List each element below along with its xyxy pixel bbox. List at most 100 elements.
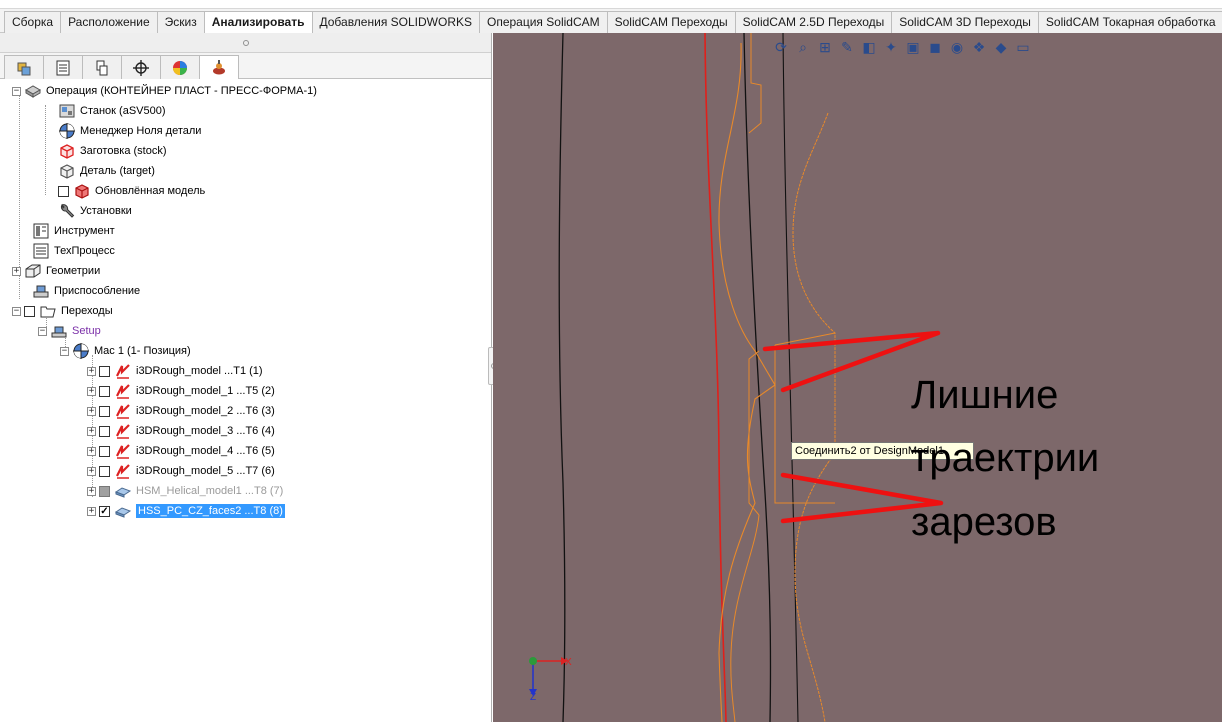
annotation-text-line-3: зарезов	[911, 500, 1057, 544]
expand-toggle[interactable]: +	[87, 506, 96, 516]
expand-toggle[interactable]: +	[87, 406, 96, 416]
expand-toggle[interactable]: +	[87, 386, 96, 396]
tree-row-operation[interactable]: + i3DRough_model ...T1 (1)	[87, 361, 263, 381]
tab-analyze[interactable]: Анализировать	[203, 11, 313, 34]
folder-icon	[39, 302, 57, 320]
rotate-view-icon[interactable]: ⟳	[773, 39, 789, 55]
roughing-op-icon	[114, 422, 132, 440]
triad-origin	[529, 657, 537, 665]
coordinate-system-icon	[72, 342, 90, 360]
tree-label: Приспособление	[54, 285, 141, 297]
tab-assembly-tree[interactable]	[4, 55, 44, 79]
expand-toggle[interactable]: +	[87, 446, 96, 456]
section-view-icon[interactable]: ◧	[861, 39, 877, 55]
dynamic-annotation-icon[interactable]: ✦	[883, 39, 899, 55]
toolpath	[748, 33, 762, 134]
tab-assembly[interactable]: Сборка	[4, 11, 62, 33]
panel-splitter[interactable]	[0, 33, 491, 53]
fixture-icon	[32, 282, 50, 300]
collapse-toggle[interactable]: −	[12, 306, 21, 316]
expand-toggle[interactable]: +	[87, 426, 96, 436]
tree-row-target[interactable]: Деталь (target)	[58, 161, 155, 181]
tree-row-operation[interactable]: + i3DRough_model_1 ...T5 (2)	[87, 381, 275, 401]
visibility-checkbox[interactable]	[58, 185, 69, 197]
machine-icon	[58, 102, 76, 120]
tree-label: Станок (aSV500)	[80, 105, 166, 117]
tree-row-settings[interactable]: Установки	[58, 201, 132, 221]
tree-label: i3DRough_model_3 ...T6 (4)	[136, 425, 275, 437]
model-edge	[782, 33, 799, 722]
tree-label: Заготовка (stock)	[80, 145, 167, 157]
tree-row-operation[interactable]: + i3DRough_model_3 ...T6 (4)	[87, 421, 275, 441]
tab-sketch[interactable]: Эскиз	[156, 11, 205, 33]
view-settings-icon[interactable]: ▭	[1015, 39, 1031, 55]
visibility-checkbox[interactable]	[99, 385, 110, 397]
tree-row-operation[interactable]: + i3DRough_model_5 ...T7 (6)	[87, 461, 275, 481]
hsm-op-icon	[114, 502, 132, 520]
zoom-to-fit-icon[interactable]: ⌕	[795, 39, 811, 55]
hide-show-icon[interactable]: ◉	[949, 39, 965, 55]
visibility-checkbox[interactable]	[99, 365, 110, 377]
tree-row-machine[interactable]: Станок (aSV500)	[58, 101, 166, 121]
tab-solidcam-turning[interactable]: SolidCAM Токарная обработка	[1037, 11, 1222, 33]
hsm-op-icon	[114, 482, 132, 500]
heads-up-view-toolbar: ⟳ ⌕ ⊞ ✎ ◧ ✦ ▣ ◼ ◉ ❖ ◆ ▭	[773, 39, 1031, 55]
tree-row-setup[interactable]: − Setup	[38, 321, 101, 341]
visibility-checkbox[interactable]	[99, 425, 110, 437]
tree-label: Переходы	[61, 305, 113, 317]
tab-property-manager[interactable]	[43, 55, 83, 79]
tab-display-manager[interactable]	[160, 55, 200, 79]
ribbon-top-strip	[0, 0, 1222, 9]
tree-row-mac[interactable]: − Mac 1 (1- Позиция)	[60, 341, 191, 361]
tab-solidcam-operations[interactable]: SolidCAM Переходы	[606, 11, 736, 33]
display-style-icon[interactable]: ◼	[927, 39, 943, 55]
previous-view-icon[interactable]: ✎	[839, 39, 855, 55]
expand-toggle[interactable]: +	[87, 366, 96, 376]
tab-dimxpert[interactable]	[121, 55, 161, 79]
tab-solidcam-manager[interactable]	[199, 55, 239, 79]
updated-model-icon	[73, 182, 91, 200]
expand-toggle[interactable]: +	[12, 266, 21, 276]
tree-row-geometries[interactable]: + Геометрии	[12, 261, 100, 281]
tree-row-operation[interactable]: + i3DRough_model_2 ...T6 (3)	[87, 401, 275, 421]
tree-row-techprocess[interactable]: ТехПроцесс	[32, 241, 115, 261]
view-orientation-icon[interactable]: ▣	[905, 39, 921, 55]
tree-row-operations[interactable]: − Переходы	[12, 301, 113, 321]
tree-row-fixture[interactable]: Приспособление	[32, 281, 140, 301]
collapse-toggle[interactable]: −	[60, 346, 69, 356]
tree-row-operation-selected[interactable]: + HSS_PC_CZ_faces2 ...T8 (8)	[87, 501, 285, 521]
tree-row-updated-model[interactable]: Обновлённая модель	[58, 181, 205, 201]
tree-row-operation-suppressed[interactable]: + HSM_Helical_model1 ...T8 (7)	[87, 481, 283, 501]
tab-solidworks-addins[interactable]: Добавления SOLIDWORKS	[311, 11, 480, 33]
visibility-checkbox[interactable]	[99, 405, 110, 417]
apply-scene-icon[interactable]: ◆	[993, 39, 1009, 55]
tree-row-tool[interactable]: Инструмент	[32, 221, 115, 241]
ribbon-tab-bar: Сборка Расположение Эскиз Анализировать …	[0, 0, 1222, 34]
collapse-toggle[interactable]: −	[38, 326, 47, 336]
tree-row-zero-manager[interactable]: Менеджер Ноля детали	[58, 121, 201, 141]
visibility-checkbox[interactable]	[99, 445, 110, 457]
tab-configuration-manager[interactable]	[82, 55, 122, 79]
visibility-checkbox[interactable]	[99, 505, 110, 517]
collapse-toggle[interactable]: −	[12, 86, 21, 96]
visibility-checkbox[interactable]	[24, 305, 35, 317]
visibility-checkbox[interactable]	[99, 485, 110, 497]
zoom-area-icon[interactable]: ⊞	[817, 39, 833, 55]
document-icon	[32, 242, 50, 260]
graphics-viewport[interactable]: X Z ⟳ ⌕ ⊞ ✎ ◧ ✦ ▣ ◼ ◉ ❖ ◆ ▭ Соединить2 о…	[493, 33, 1222, 722]
tree-row-stock[interactable]: Заготовка (stock)	[58, 141, 167, 161]
red-boundary	[704, 33, 727, 722]
tab-solidcam-operation[interactable]: Операция SolidCAM	[479, 11, 608, 33]
tab-layout[interactable]: Расположение	[60, 11, 158, 33]
tree-row-operation-root[interactable]: − Операция (КОНТЕЙНЕР ПЛАСТ - ПРЕСС-ФОРМ…	[12, 81, 317, 101]
expand-toggle[interactable]: +	[87, 486, 96, 496]
expand-toggle[interactable]: +	[87, 466, 96, 476]
stock-icon	[58, 142, 76, 160]
target-icon	[58, 162, 76, 180]
visibility-checkbox[interactable]	[99, 465, 110, 477]
tab-solidcam-3d[interactable]: SolidCAM 3D Переходы	[891, 11, 1039, 33]
geometry-icon	[24, 262, 42, 280]
tree-row-operation[interactable]: + i3DRough_model_4 ...T6 (5)	[87, 441, 275, 461]
edit-appearance-icon[interactable]: ❖	[971, 39, 987, 55]
tab-solidcam-25d[interactable]: SolidCAM 2.5D Переходы	[734, 11, 893, 33]
